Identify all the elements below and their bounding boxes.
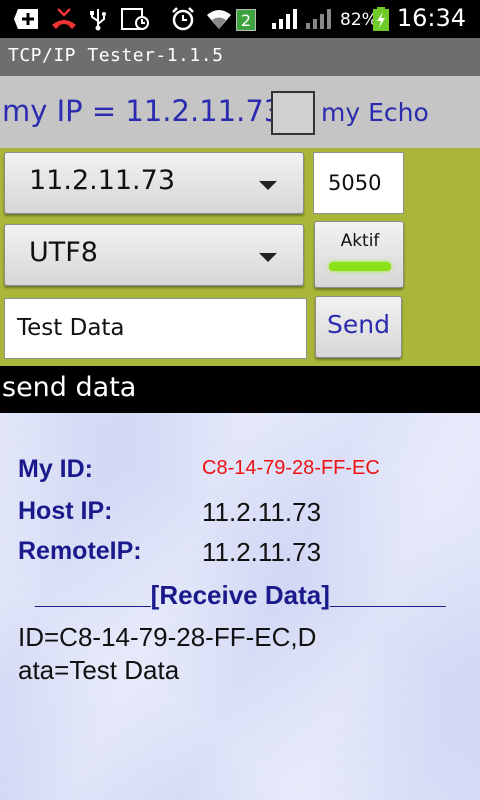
- battery-charging-icon: [372, 7, 390, 31]
- host-ip-display: 11.2.11.73: [202, 497, 322, 527]
- send-button[interactable]: Send: [315, 296, 402, 358]
- my-ip-row: my IP = 11.2.11.73 my Echo: [0, 76, 480, 148]
- screenshot-icon: [120, 7, 150, 31]
- encoding-value: UTF8: [29, 237, 98, 268]
- remote-ip-label: RemoteIP:: [18, 537, 142, 565]
- receive-area: My ID: C8-14-79-28-FF-EC Host IP: 11.2.1…: [0, 413, 480, 800]
- host-ip-spinner[interactable]: 11.2.11.73: [4, 152, 304, 214]
- my-ip-label: my IP = 11.2.11.73: [2, 94, 283, 128]
- send-data-strip: send data: [0, 366, 480, 413]
- echo-label: my Echo: [321, 98, 429, 127]
- control-panel: 11.2.11.73 5050 UTF8 Aktif Test Data Sen…: [0, 148, 480, 366]
- clock: 16:34: [396, 4, 466, 32]
- receive-data-header: ________[Receive Data]________: [35, 580, 446, 610]
- host-ip-label: Host IP:: [18, 497, 113, 525]
- notification-badge: 2: [236, 9, 256, 31]
- data-input[interactable]: Test Data: [4, 298, 307, 359]
- aktif-toggle-button[interactable]: Aktif: [314, 221, 404, 288]
- data-input-value: Test Data: [17, 315, 125, 341]
- app-title: TCP/IP Tester-1.1.5: [8, 45, 224, 66]
- my-id-label: My ID:: [18, 455, 93, 483]
- usb-icon: [88, 7, 108, 31]
- received-data-text: ID=C8-14-79-28-FF-EC,Data=Test Data: [18, 622, 317, 685]
- port-input[interactable]: 5050: [313, 152, 404, 214]
- toggle-label: Aktif: [340, 231, 380, 251]
- add-icon: [14, 7, 40, 31]
- send-label: Send: [327, 310, 390, 339]
- missed-call-icon: [50, 7, 78, 31]
- wifi-icon: [204, 7, 234, 31]
- title-bar: TCP/IP Tester-1.1.5: [0, 38, 480, 76]
- echo-checkbox[interactable]: [271, 91, 315, 135]
- host-ip-value: 11.2.11.73: [29, 165, 175, 196]
- my-id-value: C8-14-79-28-FF-EC: [202, 457, 380, 479]
- chevron-down-icon: [259, 181, 277, 190]
- encoding-spinner[interactable]: UTF8: [4, 224, 304, 286]
- remote-ip-display: 11.2.11.73: [202, 537, 322, 567]
- port-value: 5050: [328, 171, 382, 195]
- send-data-label: send data: [2, 372, 137, 403]
- alarm-icon: [170, 7, 196, 31]
- signal-icon: [270, 7, 300, 31]
- chevron-down-icon: [259, 253, 277, 262]
- signal-icon-secondary: [304, 7, 334, 31]
- status-bar: 2 82% 16:34: [0, 0, 480, 38]
- toggle-indicator: [329, 262, 391, 271]
